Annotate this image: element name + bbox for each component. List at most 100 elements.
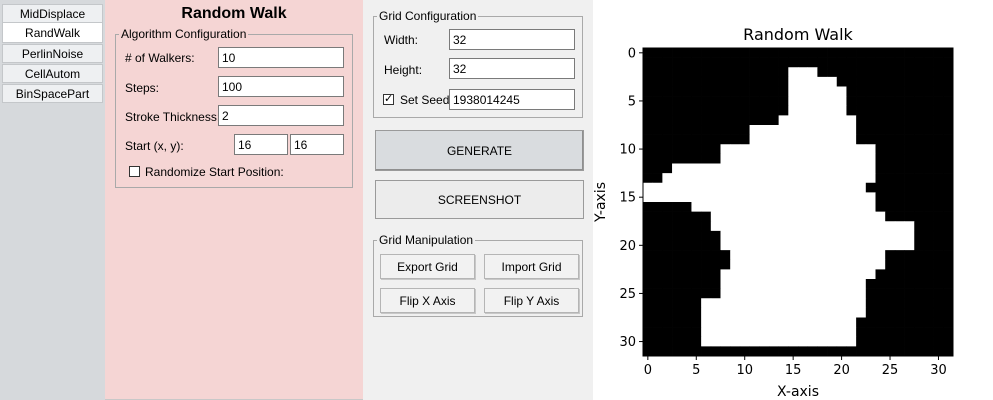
height-label: Height: <box>384 63 423 77</box>
heatmap-cell <box>788 317 799 328</box>
tab-cellautom[interactable]: CellAutom <box>2 64 103 83</box>
heatmap-cell <box>662 76 673 87</box>
heatmap-cell <box>875 134 886 145</box>
heatmap-cell <box>875 67 886 78</box>
tab-binspacepart[interactable]: BinSpacePart <box>2 84 103 103</box>
heatmap-cell <box>778 182 789 193</box>
generate-button-label: GENERATE <box>446 143 513 158</box>
heatmap-cell <box>904 269 915 280</box>
heatmap-cell <box>701 173 712 184</box>
flip-x-axis-button[interactable]: Flip X Axis <box>380 288 475 313</box>
heatmap-cell <box>846 105 857 116</box>
steps-input[interactable] <box>218 76 344 97</box>
heatmap-cell <box>856 76 867 87</box>
import-grid-button[interactable]: Import Grid <box>484 254 579 279</box>
heatmap-cell <box>768 144 779 155</box>
heatmap-cell <box>933 221 944 232</box>
heatmap-cell <box>652 202 663 212</box>
heatmap-cell <box>856 96 867 107</box>
tab-middisplace[interactable]: MidDisplace <box>2 4 103 23</box>
heatmap-cell <box>672 134 683 145</box>
heatmap-cell <box>691 163 702 174</box>
heatmap-cell <box>827 298 838 309</box>
heatmap-cell <box>943 259 954 270</box>
heatmap-cell <box>759 230 770 241</box>
tab-randwalk[interactable]: RandWalk <box>2 22 103 43</box>
heatmap-cell <box>798 346 809 357</box>
heatmap-cell <box>914 230 925 241</box>
heatmap-cell <box>672 221 683 232</box>
heatmap-cell <box>701 221 712 232</box>
heatmap-cell <box>710 221 721 232</box>
heatmap-cell <box>691 230 702 241</box>
heatmap-cell <box>894 211 905 222</box>
heatmap-cell <box>652 48 663 58</box>
heatmap-cell <box>865 115 876 126</box>
export-grid-button[interactable]: Export Grid <box>380 254 475 279</box>
tab-perlinnoise[interactable]: PerlinNoise <box>2 44 103 63</box>
heatmap-cell <box>846 67 857 78</box>
heatmap-cell <box>710 317 721 328</box>
heatmap-cell <box>759 346 770 357</box>
start-y-input[interactable] <box>290 134 344 155</box>
heatmap-cell <box>662 346 673 357</box>
heatmap-cell <box>798 76 809 87</box>
heatmap-cell <box>943 192 954 203</box>
heatmap-cell <box>778 259 789 270</box>
heatmap-cell <box>933 279 944 289</box>
heatmap-cell <box>846 327 857 338</box>
heatmap-cell <box>923 173 934 184</box>
heatmap-cell <box>652 144 663 155</box>
heatmap-cell <box>923 346 934 357</box>
width-input[interactable] <box>449 29 575 50</box>
heatmap-cell <box>672 57 683 68</box>
heatmap-cell <box>710 202 721 212</box>
start-x-input[interactable] <box>234 134 288 155</box>
generate-button[interactable]: GENERATE <box>375 130 584 171</box>
screenshot-button[interactable]: SCREENSHOT <box>375 180 584 219</box>
walkers-input[interactable] <box>218 47 344 68</box>
heatmap-cell <box>710 144 721 155</box>
heatmap-cell <box>749 288 760 299</box>
heatmap-cell <box>923 288 934 299</box>
heatmap-cell <box>865 279 876 289</box>
heatmap-cell <box>827 317 838 328</box>
height-input[interactable] <box>449 58 575 79</box>
heatmap-cell <box>943 279 954 289</box>
heatmap-cell <box>827 182 838 193</box>
heatmap-cell <box>672 163 683 174</box>
heatmap-cell <box>652 57 663 68</box>
heatmap-cell <box>836 134 847 145</box>
heatmap-cell <box>914 288 925 299</box>
heatmap-cell <box>894 336 905 347</box>
heatmap-cell <box>923 182 934 193</box>
heatmap-cell <box>798 298 809 309</box>
heatmap-cell <box>904 57 915 68</box>
heatmap-cell <box>817 259 828 270</box>
heatmap-cell <box>643 346 654 357</box>
heatmap-cell <box>710 115 721 126</box>
heatmap-cell <box>894 327 905 338</box>
heatmap-cell <box>894 86 905 97</box>
heatmap-cell <box>856 163 867 174</box>
stroke-thickness-input[interactable] <box>218 105 344 126</box>
heatmap-cell <box>914 298 925 309</box>
set-seed-checkbox[interactable]: ✓ <box>383 94 394 105</box>
heatmap-cell <box>875 144 886 155</box>
heatmap-cell <box>701 134 712 145</box>
flip-y-axis-button[interactable]: Flip Y Axis <box>484 288 579 313</box>
heatmap-cell <box>710 125 721 135</box>
heatmap-cell <box>768 346 779 357</box>
heatmap-cell <box>681 48 692 58</box>
heatmap-cell <box>807 317 818 328</box>
seed-input[interactable] <box>449 89 575 110</box>
heatmap-cell <box>720 192 731 203</box>
heatmap-cell <box>885 163 896 174</box>
heatmap-cell <box>817 202 828 212</box>
heatmap-cell <box>788 96 799 107</box>
heatmap-cell <box>681 134 692 145</box>
randomize-start-checkbox[interactable] <box>129 166 140 177</box>
heatmap-cell <box>768 67 779 78</box>
heatmap-cell <box>759 182 770 193</box>
heatmap-cell <box>749 336 760 347</box>
